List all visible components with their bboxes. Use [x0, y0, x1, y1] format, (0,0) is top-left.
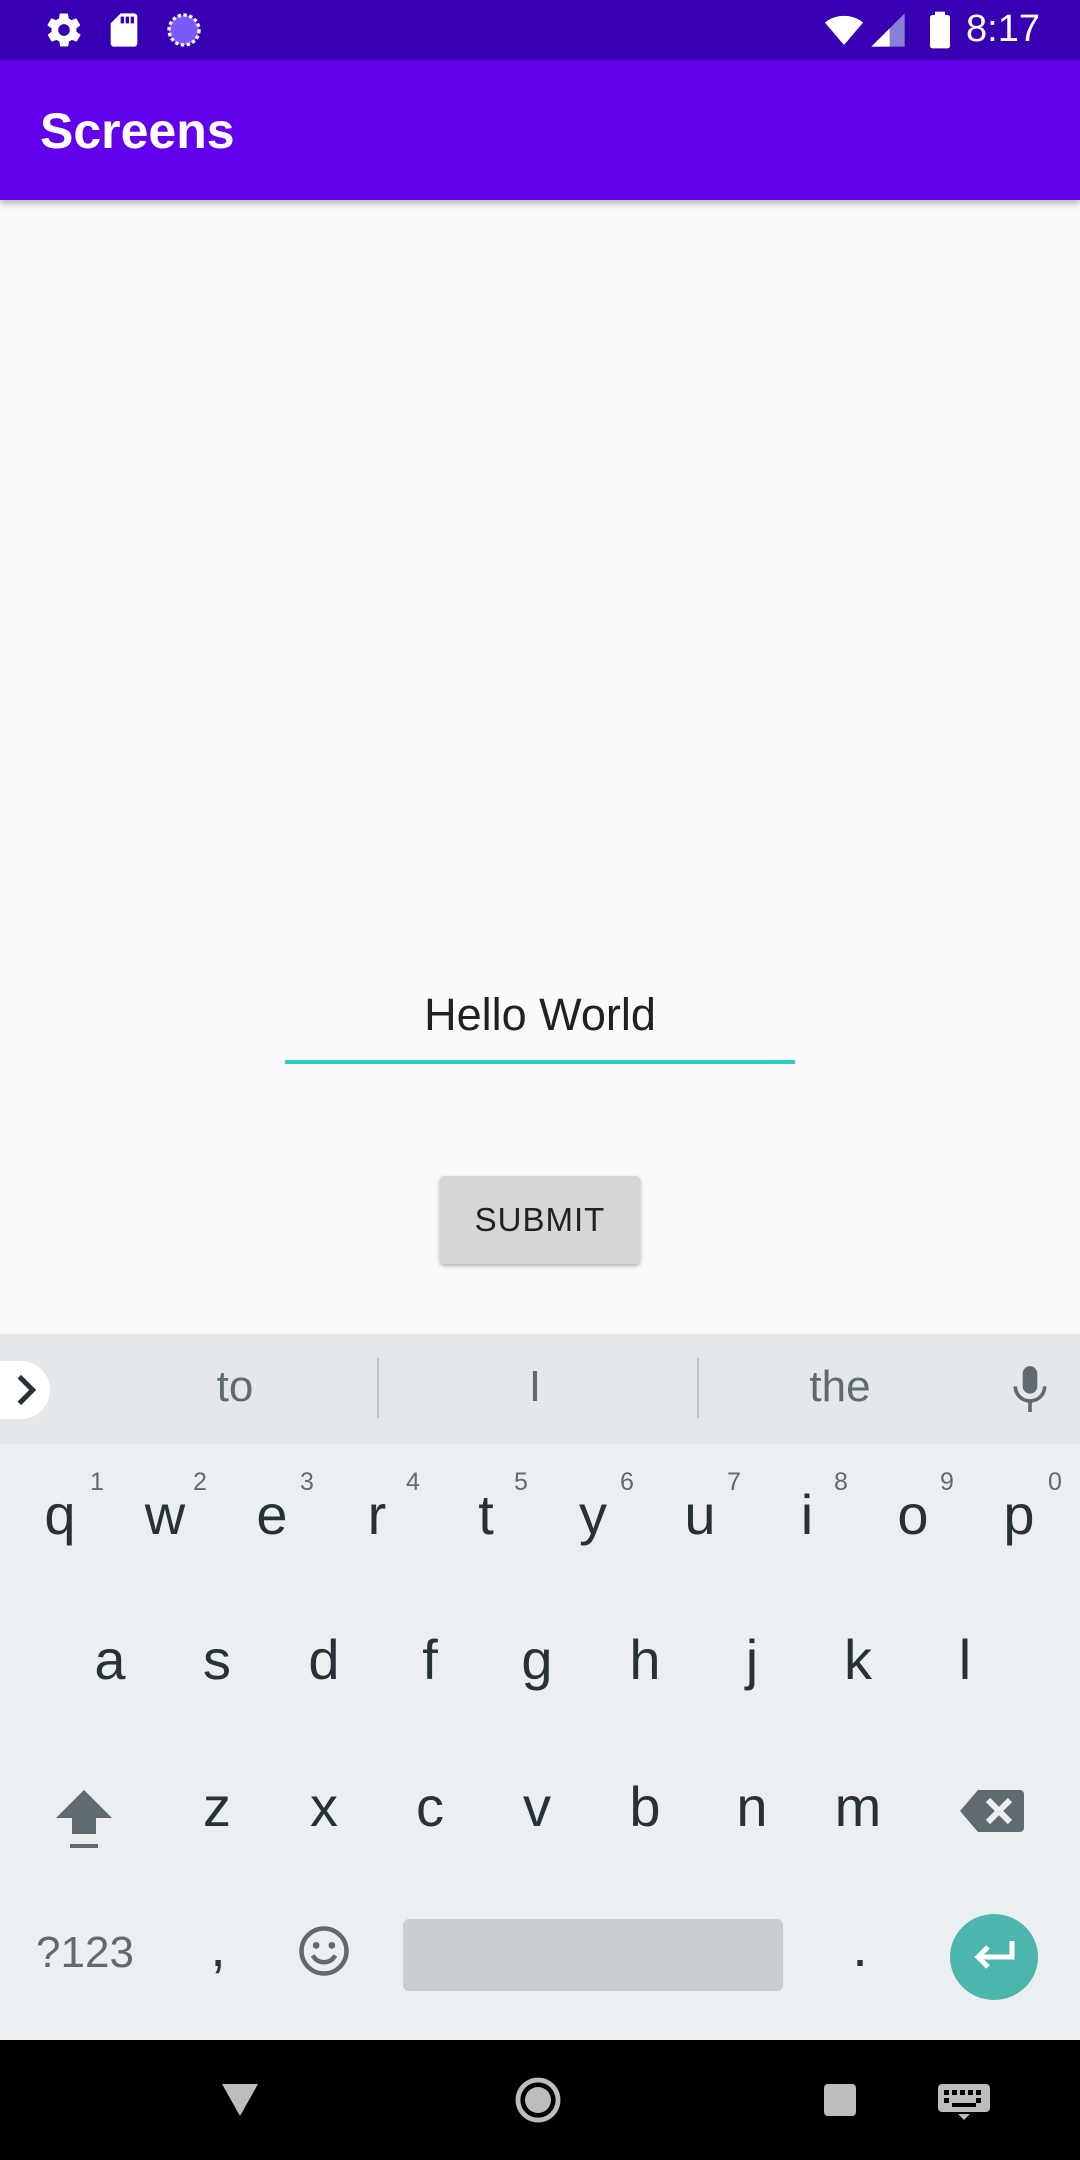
soft-keyboard: to I the q 1 w 2 e 3 r 4 t 5 y 6 u 7 i 8… [0, 1334, 1080, 2040]
key-q[interactable]: q [20, 1482, 100, 1547]
key-hint: 7 [727, 1468, 741, 1496]
key-hint: 6 [620, 1468, 634, 1496]
key-hint: 9 [940, 1468, 954, 1496]
space-key[interactable] [403, 1919, 783, 1991]
key-r[interactable]: r [337, 1482, 417, 1547]
key-hint: 4 [406, 1468, 420, 1496]
key-b[interactable]: b [605, 1774, 685, 1839]
main-content: SUBMIT [0, 200, 1080, 1334]
key-comma[interactable]: , [178, 1914, 258, 1979]
key-z[interactable]: z [177, 1774, 257, 1839]
app-bar: Screens [0, 60, 1080, 200]
key-s[interactable]: s [177, 1627, 257, 1692]
suggestion-strip: to I the [0, 1334, 1080, 1444]
key-hint: 5 [514, 1468, 528, 1496]
key-v[interactable]: v [497, 1774, 577, 1839]
key-m[interactable]: m [818, 1774, 898, 1839]
suggestion-divider [377, 1358, 379, 1418]
key-n[interactable]: n [712, 1774, 792, 1839]
shift-icon[interactable] [52, 1786, 116, 1852]
suggestion-divider [697, 1358, 699, 1418]
key-a[interactable]: a [70, 1627, 150, 1692]
enter-icon [974, 1941, 1015, 1969]
enter-key[interactable] [950, 1914, 1038, 2000]
key-hint: 2 [193, 1468, 207, 1496]
key-hint: 1 [90, 1468, 104, 1496]
back-icon[interactable] [222, 2084, 258, 2116]
sd-card-icon [110, 13, 138, 47]
cell-signal-icon [871, 13, 905, 47]
key-hint: 8 [834, 1468, 848, 1496]
suggestion-1[interactable]: to [170, 1362, 300, 1412]
chevron-right-icon [17, 1374, 37, 1406]
submit-button[interactable]: SUBMIT [440, 1176, 640, 1264]
key-d[interactable]: d [284, 1627, 364, 1692]
key-period[interactable]: . [820, 1914, 900, 1979]
app-title: Screens [40, 103, 235, 159]
key-x[interactable]: x [284, 1774, 364, 1839]
battery-icon [930, 11, 950, 49]
home-icon[interactable] [514, 2076, 562, 2124]
microphone-icon[interactable] [1008, 1364, 1052, 1416]
backspace-icon[interactable] [960, 1788, 1024, 1834]
sync-icon [167, 13, 201, 47]
key-hint: 0 [1048, 1468, 1062, 1496]
recents-icon[interactable] [824, 2084, 856, 2116]
key-j[interactable]: j [712, 1627, 792, 1692]
expand-toolbar-button[interactable] [0, 1361, 50, 1419]
key-g[interactable]: g [497, 1627, 577, 1692]
emoji-icon[interactable] [297, 1924, 351, 1978]
text-input[interactable] [285, 970, 795, 1064]
navigation-bar [0, 2040, 1080, 2160]
suggestion-3[interactable]: the [775, 1362, 905, 1412]
key-hint: 3 [300, 1468, 314, 1496]
key-c[interactable]: c [390, 1774, 470, 1839]
status-bar: 8:17 [0, 0, 1080, 60]
suggestion-2[interactable]: I [470, 1362, 600, 1412]
settings-icon [47, 13, 81, 47]
key-l[interactable]: l [925, 1627, 1005, 1692]
key-k[interactable]: k [818, 1627, 898, 1692]
status-time: 8:17 [966, 8, 1040, 50]
key-h[interactable]: h [605, 1627, 685, 1692]
wifi-icon [824, 15, 864, 45]
key-f[interactable]: f [390, 1627, 470, 1692]
symbols-key[interactable]: ?123 [30, 1928, 140, 1978]
key-p[interactable]: p [979, 1482, 1059, 1547]
keyboard-switch-icon[interactable] [938, 2084, 990, 2120]
